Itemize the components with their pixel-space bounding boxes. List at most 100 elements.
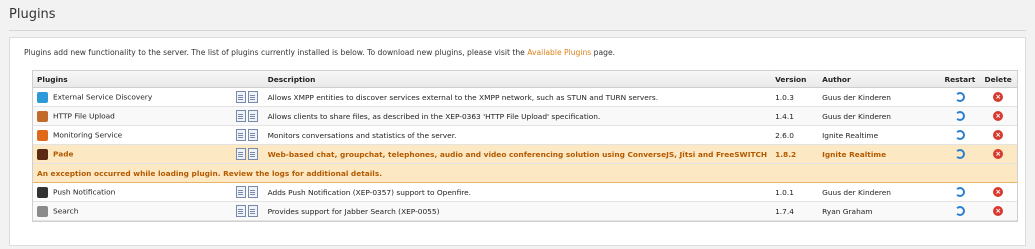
restart-icon[interactable] xyxy=(954,206,965,216)
header-description: Description xyxy=(263,71,772,88)
table-row: Search Provides support for Jabber Search… xyxy=(33,201,1017,221)
plugin-description: Monitors conversations and statistics of… xyxy=(263,125,772,145)
title-divider xyxy=(9,30,1026,31)
plugin-name: HTTP File Upload xyxy=(53,111,115,120)
readme-icon[interactable] xyxy=(235,205,246,217)
monitoring-icon xyxy=(37,129,48,141)
restart-cell xyxy=(940,201,980,221)
restart-icon[interactable] xyxy=(954,187,965,197)
plugin-author: Guus der Kinderen xyxy=(818,87,941,107)
restart-icon[interactable] xyxy=(954,92,965,102)
header-docs xyxy=(231,71,264,88)
readme-icon[interactable] xyxy=(235,129,246,141)
intro-suffix: page. xyxy=(591,48,616,57)
search-icon xyxy=(37,205,48,217)
plugin-name-cell: Monitoring Service xyxy=(33,125,232,145)
readme-icon[interactable] xyxy=(235,186,246,198)
intro-prefix: Plugins add new functionality to the ser… xyxy=(24,48,528,57)
changelog-icon[interactable] xyxy=(247,186,258,198)
plugin-name: Pade xyxy=(53,149,74,158)
plugin-name-cell: Search xyxy=(33,201,232,221)
table-header-row: Plugins Description Version Author Resta… xyxy=(33,71,1017,88)
header-author: Author xyxy=(818,71,941,88)
delete-cell: × xyxy=(979,125,1017,145)
readme-icon[interactable] xyxy=(235,110,246,122)
plugin-version: 1.4.1 xyxy=(771,106,819,126)
plugin-name: Push Notification xyxy=(53,187,116,196)
delete-cell: × xyxy=(979,144,1017,164)
delete-cell: × xyxy=(979,87,1017,107)
delete-icon[interactable]: × xyxy=(993,149,1004,159)
restart-icon[interactable] xyxy=(954,111,965,121)
plugin-version: 1.0.3 xyxy=(771,87,819,107)
restart-cell xyxy=(940,182,980,202)
plugin-version: 1.7.4 xyxy=(771,201,819,221)
changelog-icon[interactable] xyxy=(247,110,258,122)
docs-cell xyxy=(231,201,264,221)
docs-cell xyxy=(231,182,264,202)
plugin-author: Guus der Kinderen xyxy=(818,182,941,202)
upload-icon xyxy=(37,110,48,122)
delete-icon[interactable]: × xyxy=(993,92,1004,102)
plugin-description: Web-based chat, groupchat, telephones, a… xyxy=(263,144,772,164)
plugin-name: External Service Discovery xyxy=(53,92,153,101)
plugin-version: 2.6.0 xyxy=(771,125,819,145)
table-row: Push Notification Adds Push Notification … xyxy=(33,182,1017,202)
plugins-panel: Plugins add new functionality to the ser… xyxy=(9,37,1026,246)
plugin-name-cell: External Service Discovery xyxy=(33,87,232,107)
header-restart: Restart xyxy=(940,71,980,88)
plugin-description: Adds Push Notification (XEP-0357) suppor… xyxy=(263,182,772,202)
error-row: An exception occurred while loading plug… xyxy=(33,163,1017,183)
delete-cell: × xyxy=(979,106,1017,126)
plugin-version: 1.0.1 xyxy=(771,182,819,202)
bell-icon xyxy=(37,186,48,198)
restart-cell xyxy=(940,125,980,145)
changelog-icon[interactable] xyxy=(247,205,258,217)
readme-icon[interactable] xyxy=(235,148,246,160)
table-row: Pade Web-based chat, groupchat, telephone… xyxy=(33,144,1017,164)
intro-text: Plugins add new functionality to the ser… xyxy=(24,48,615,57)
plugin-author: Guus der Kinderen xyxy=(818,106,941,126)
plugins-table: Plugins Description Version Author Resta… xyxy=(32,70,1018,222)
changelog-icon[interactable] xyxy=(247,148,258,160)
restart-cell xyxy=(940,106,980,126)
header-version: Version xyxy=(771,71,819,88)
plugin-name-cell: Push Notification xyxy=(33,182,232,202)
header-plugins: Plugins xyxy=(33,71,232,88)
docs-cell xyxy=(231,144,264,164)
docs-cell xyxy=(231,87,264,107)
delete-icon[interactable]: × xyxy=(993,111,1004,121)
available-plugins-link[interactable]: Available Plugins xyxy=(527,48,591,57)
delete-icon[interactable]: × xyxy=(993,206,1004,216)
delete-icon[interactable]: × xyxy=(993,187,1004,197)
table-row: Monitoring Service Monitors conversations… xyxy=(33,125,1017,145)
restart-icon[interactable] xyxy=(954,130,965,140)
plugin-name-cell: Pade xyxy=(33,144,232,164)
changelog-icon[interactable] xyxy=(247,91,258,103)
table-row: External Service Discovery Allows XMPP en… xyxy=(33,87,1017,107)
changelog-icon[interactable] xyxy=(247,129,258,141)
plugin-name: Search xyxy=(53,206,79,215)
plugin-author: Ryan Graham xyxy=(818,201,941,221)
pade-icon xyxy=(37,148,48,160)
readme-icon[interactable] xyxy=(235,91,246,103)
plugin-version: 1.8.2 xyxy=(771,144,819,164)
delete-icon[interactable]: × xyxy=(993,130,1004,140)
delete-cell: × xyxy=(979,201,1017,221)
plugin-name: Monitoring Service xyxy=(53,130,123,139)
plugin-description: Provides support for Jabber Search (XEP-… xyxy=(263,201,772,221)
plugin-description: Allows XMPP entities to discover service… xyxy=(263,87,772,107)
plugin-description: Allows clients to share files, as descri… xyxy=(263,106,772,126)
page-title: Plugins xyxy=(9,7,56,22)
docs-cell xyxy=(231,125,264,145)
restart-cell xyxy=(940,144,980,164)
plugin-name-cell: HTTP File Upload xyxy=(33,106,232,126)
delete-cell: × xyxy=(979,182,1017,202)
restart-cell xyxy=(940,87,980,107)
docs-cell xyxy=(231,106,264,126)
plugin-author: Ignite Realtime xyxy=(818,144,941,164)
header-delete: Delete xyxy=(979,71,1017,88)
table-row: HTTP File Upload Allows clients to share … xyxy=(33,106,1017,126)
restart-icon[interactable] xyxy=(954,149,965,159)
plugin-error-message: An exception occurred while loading plug… xyxy=(33,163,1017,183)
